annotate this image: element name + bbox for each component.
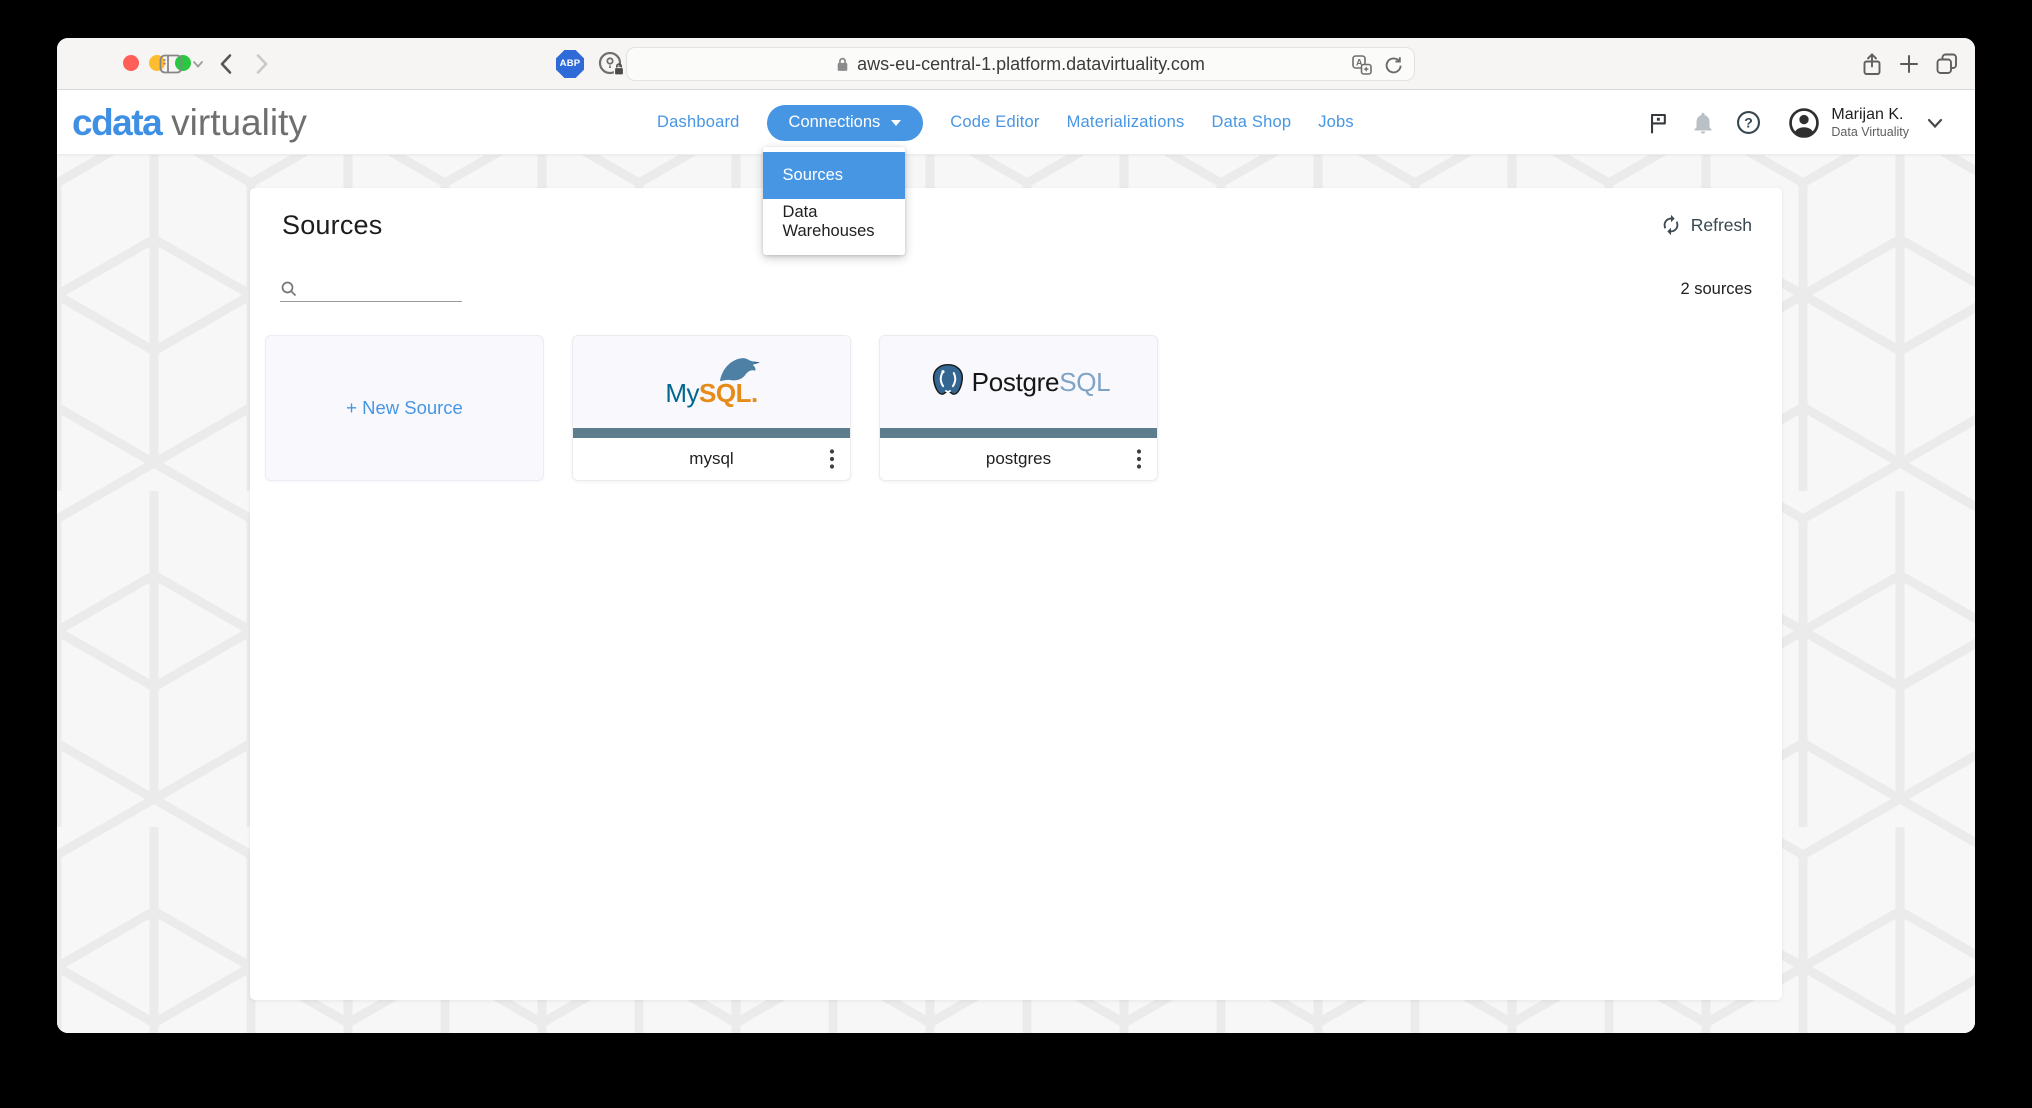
chevron-down-icon xyxy=(891,120,901,126)
nav-materializations[interactable]: Materializations xyxy=(1067,113,1185,132)
url-text: aws-eu-central-1.platform.datavirtuality… xyxy=(857,54,1205,75)
mysql-card-footer: mysql xyxy=(573,438,850,480)
back-button[interactable] xyxy=(219,38,233,90)
nav-connections[interactable]: Connections Sources Data Warehouses xyxy=(767,105,924,141)
refresh-button[interactable]: Refresh xyxy=(1660,214,1752,236)
refresh-label: Refresh xyxy=(1691,215,1752,236)
mysql-logo: MySQL. xyxy=(661,355,763,409)
card-accent-bar xyxy=(573,428,850,438)
nav-jobs[interactable]: Jobs xyxy=(1318,113,1354,132)
close-window-button[interactable] xyxy=(123,55,139,71)
browser-toolbar: ABP aws-eu-central-1.platform.datavirtua… xyxy=(57,38,1975,90)
postgres-wordmark-sql: SQL xyxy=(1059,367,1110,397)
postgres-more-options-icon[interactable] xyxy=(1134,446,1144,472)
search-input[interactable] xyxy=(304,277,454,301)
main-navigation: Dashboard Connections Sources Data Wareh… xyxy=(657,90,1354,155)
page-title: Sources xyxy=(282,210,382,241)
password-manager-extension-icon[interactable] xyxy=(597,50,625,78)
connections-dropdown: Sources Data Warehouses xyxy=(763,147,905,255)
adblock-extension-icon[interactable]: ABP xyxy=(556,50,584,78)
filter-row: 2 sources xyxy=(250,272,1782,302)
nav-data-shop[interactable]: Data Shop xyxy=(1211,113,1291,132)
user-menu[interactable]: Marijan K. Data Virtuality xyxy=(1787,106,1945,140)
card-accent-bar xyxy=(880,428,1157,438)
source-name: mysql xyxy=(689,449,733,469)
forward-button[interactable] xyxy=(255,38,269,90)
share-icon[interactable] xyxy=(1860,38,1884,90)
postgres-wordmark-postgre: Postgre xyxy=(972,367,1060,397)
menu-item-data-warehouses[interactable]: Data Warehouses xyxy=(763,199,905,246)
chevron-down-icon xyxy=(1925,116,1945,130)
mysql-logo-area: MySQL. xyxy=(573,336,850,428)
source-cards: + New Source MySQL. xyxy=(250,335,1782,481)
help-icon[interactable]: ? xyxy=(1735,109,1762,136)
sidebar-chevron-icon[interactable] xyxy=(192,38,204,90)
new-source-card[interactable]: + New Source xyxy=(265,335,544,481)
user-name: Marijan K. xyxy=(1831,106,1909,124)
postgresql-logo: PostgreSQL xyxy=(927,361,1111,403)
panel-header: Sources Refresh xyxy=(250,188,1782,246)
menu-item-sources[interactable]: Sources xyxy=(763,152,905,199)
logo-cdata: cdata xyxy=(72,102,161,144)
postgresql-elephant-icon xyxy=(927,361,969,403)
address-bar[interactable]: aws-eu-central-1.platform.datavirtuality… xyxy=(626,47,1415,81)
postgres-card-footer: postgres xyxy=(880,438,1157,480)
notifications-bell-icon[interactable] xyxy=(1690,110,1716,136)
postgres-logo-area: PostgreSQL xyxy=(880,336,1157,428)
tab-overview-icon[interactable] xyxy=(1934,38,1960,90)
source-name: postgres xyxy=(986,449,1051,469)
app-logo: cdata virtuality xyxy=(72,90,307,155)
mysql-wordmark-sql: SQL. xyxy=(699,378,758,408)
mysql-more-options-icon[interactable] xyxy=(827,446,837,472)
sidebar-toggle-icon[interactable] xyxy=(157,38,185,90)
source-card-postgres[interactable]: PostgreSQL postgres xyxy=(879,335,1158,481)
search-icon xyxy=(280,280,298,298)
desktop: ABP aws-eu-central-1.platform.datavirtua… xyxy=(0,0,2032,1108)
svg-text:?: ? xyxy=(1745,114,1754,130)
source-card-mysql[interactable]: MySQL. mysql xyxy=(572,335,851,481)
flag-icon[interactable] xyxy=(1645,110,1671,136)
reload-icon[interactable] xyxy=(1383,55,1404,76)
translate-icon[interactable]: A xyxy=(1351,54,1373,76)
mysql-wordmark-my: My xyxy=(665,378,699,408)
avatar xyxy=(1787,106,1821,140)
page-background: Sources Refresh xyxy=(57,155,1975,1033)
logo-virtuality: virtuality xyxy=(171,102,307,144)
nav-code-editor[interactable]: Code Editor xyxy=(950,113,1039,132)
navbar-right: ? Marijan K. Data Virtuality xyxy=(1645,90,1945,155)
search-box xyxy=(280,274,462,302)
sources-panel: Sources Refresh xyxy=(250,188,1782,1000)
app-navbar: cdata virtuality Dashboard Connections S… xyxy=(57,90,1975,155)
user-org: Data Virtuality xyxy=(1831,125,1909,139)
lock-icon xyxy=(836,56,849,72)
new-tab-icon[interactable] xyxy=(1898,38,1920,90)
sources-count: 2 sources xyxy=(1680,280,1752,299)
nav-dashboard[interactable]: Dashboard xyxy=(657,113,740,132)
refresh-icon xyxy=(1660,214,1682,236)
new-source-label: + New Source xyxy=(346,397,463,419)
nav-connections-label: Connections xyxy=(789,113,881,132)
browser-window: ABP aws-eu-central-1.platform.datavirtua… xyxy=(57,38,1975,1033)
